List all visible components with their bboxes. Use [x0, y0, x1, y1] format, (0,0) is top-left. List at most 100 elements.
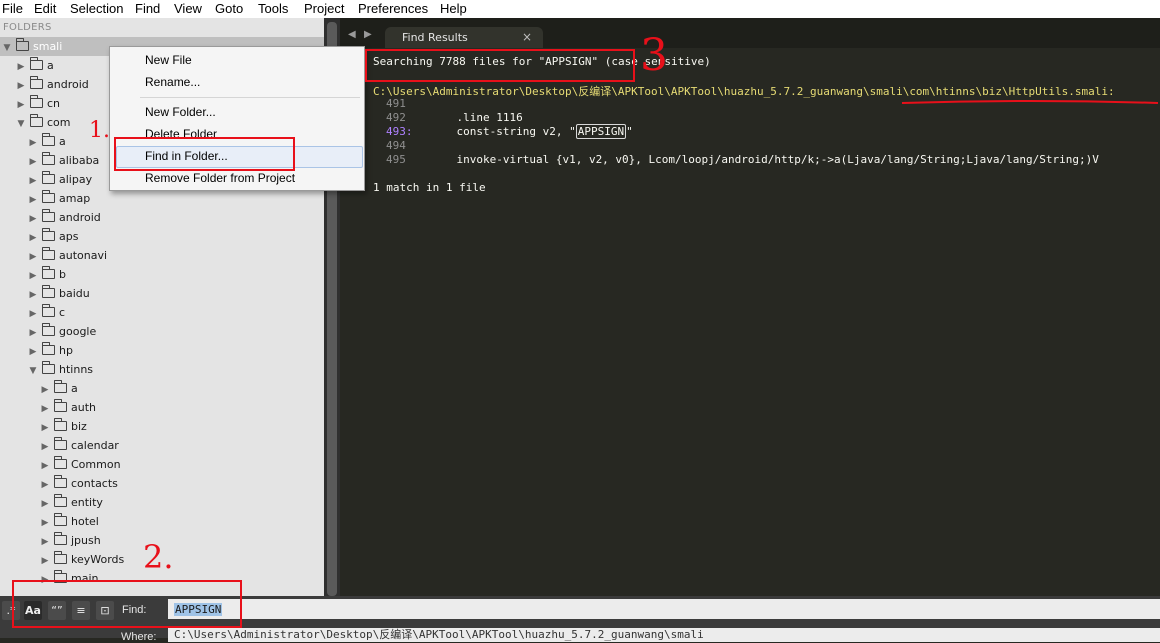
tree-item-google[interactable]: ▶ google	[26, 322, 96, 341]
tree-item-cn[interactable]: ▶ cn	[14, 94, 60, 113]
result-line-match: 493: const-string v2, " APPSIGN "	[386, 124, 633, 139]
tree-item-label: a	[47, 59, 54, 72]
tree-item-label: auth	[71, 401, 96, 414]
menu-item-find-in-folder[interactable]: Find in Folder...	[145, 149, 228, 163]
tree-item-android[interactable]: ▶ android	[14, 75, 89, 94]
folder-icon	[30, 76, 43, 89]
tree-item-baidu[interactable]: ▶ baidu	[26, 284, 90, 303]
menu-item-rename[interactable]: Rename...	[145, 75, 200, 89]
tree-item-a[interactable]: ▶ a	[14, 56, 54, 75]
where-input[interactable]: C:\Users\Administrator\Desktop\反编译\APKTo…	[168, 628, 1160, 642]
tab-prev-icon[interactable]: ◀	[348, 29, 356, 40]
menu-file[interactable]: File	[2, 1, 23, 16]
tree-item-label: c	[59, 306, 66, 319]
tree-item-aps[interactable]: ▶ aps	[26, 227, 78, 246]
menu-find[interactable]: Find	[135, 1, 160, 16]
menu-item-new-folder[interactable]: New Folder...	[145, 105, 216, 119]
show-context-toggle[interactable]: ≡	[72, 601, 90, 620]
folder-icon	[54, 456, 67, 469]
tree-item-common[interactable]: ▶ Common	[38, 455, 121, 474]
tree-item-entity[interactable]: ▶ entity	[38, 493, 103, 512]
menu-separator	[140, 97, 360, 98]
folder-icon	[30, 95, 43, 108]
menu-item-remove-folder[interactable]: Remove Folder from Project	[145, 171, 295, 185]
find-results-editor[interactable]: Searching 7788 files for "APPSIGN" (case…	[340, 48, 1160, 596]
tree-item-label: baidu	[59, 287, 90, 300]
tree-item-hotel[interactable]: ▶ hotel	[38, 512, 99, 531]
tree-item-label: main	[71, 572, 99, 585]
tree-item-label: jpush	[71, 534, 101, 547]
tree-item-keywords[interactable]: ▶ keyWords	[38, 550, 124, 569]
folder-open-icon	[16, 38, 29, 51]
tree-item-calendar[interactable]: ▶ calendar	[38, 436, 119, 455]
tree-item-label: a	[59, 135, 66, 148]
menu-view[interactable]: View	[174, 1, 202, 16]
tree-item-amap[interactable]: ▶ amap	[26, 189, 90, 208]
tree-item-label: keyWords	[71, 553, 125, 566]
folder-icon	[54, 551, 67, 564]
folder-icon	[54, 418, 67, 431]
case-sensitive-toggle[interactable]: Aa	[24, 601, 42, 620]
tree-item-contacts[interactable]: ▶ contacts	[38, 474, 118, 493]
tab-find-results[interactable]: Find Results ×	[385, 27, 543, 48]
tree-item-jpush[interactable]: ▶ jpush	[38, 531, 101, 550]
folder-icon	[30, 57, 43, 70]
context-menu: New File Rename... New Folder... Delete …	[109, 46, 365, 191]
menu-item-new-file[interactable]: New File	[145, 53, 192, 67]
tree-item-a[interactable]: ▶ a	[38, 379, 78, 398]
menu-item-delete-folder[interactable]: Delete Folder	[145, 127, 217, 141]
whole-word-toggle[interactable]: “”	[48, 601, 66, 620]
collapsed-arrow-icon[interactable]: ▶	[38, 571, 52, 590]
find-input[interactable]	[168, 599, 1160, 619]
tree-item-b[interactable]: ▶ b	[26, 265, 66, 284]
menu-goto[interactable]: Goto	[215, 1, 243, 16]
tree-item-c[interactable]: ▶ c	[26, 303, 65, 322]
tree-item-auth[interactable]: ▶ auth	[38, 398, 96, 417]
expanded-arrow-icon[interactable]: ▼	[0, 39, 14, 58]
folder-icon	[54, 570, 67, 583]
tree-item-htinns[interactable]: ▼ htinns	[26, 360, 93, 379]
annotation-underline	[901, 100, 1159, 104]
tree-item-label: htinns	[59, 363, 94, 376]
menu-help[interactable]: Help	[440, 1, 467, 16]
tree-item-autonavi[interactable]: ▶ autonavi	[26, 246, 107, 265]
folder-icon	[54, 513, 67, 526]
tree-item-label: aps	[59, 230, 79, 243]
sidebar-header: FOLDERS	[3, 22, 52, 33]
find-input-value[interactable]: APPSIGN	[174, 603, 223, 616]
tree-item-label: android	[47, 78, 89, 91]
tree-item-alipay[interactable]: ▶ alipay	[26, 170, 92, 189]
tab-next-icon[interactable]: ▶	[364, 29, 372, 40]
search-summary: Searching 7788 files for "APPSIGN" (case…	[373, 55, 711, 68]
tree-item-label: biz	[71, 420, 87, 433]
regex-toggle[interactable]: .*	[2, 601, 20, 620]
tree-item-com[interactable]: ▼ com	[14, 113, 71, 132]
tree-item-label: com	[47, 116, 71, 129]
tree-item-alibaba[interactable]: ▶ alibaba	[26, 151, 99, 170]
tree-item-label: amap	[59, 192, 91, 205]
menu-selection[interactable]: Selection	[70, 1, 123, 16]
match-count: 1 match in 1 file	[373, 181, 486, 194]
tree-item-hp[interactable]: ▶ hp	[26, 341, 73, 360]
folder-icon	[42, 228, 55, 241]
close-icon[interactable]: ×	[522, 30, 532, 44]
folder-icon	[42, 209, 55, 222]
menu-bar: File Edit Selection Find View Goto Tools…	[0, 0, 1160, 18]
tree-item-a[interactable]: ▶ a	[26, 132, 66, 151]
use-buffer-toggle[interactable]: ⊡	[96, 601, 114, 620]
tree-item-label: autonavi	[59, 249, 108, 262]
folder-icon	[42, 190, 55, 203]
menu-preferences[interactable]: Preferences	[358, 1, 428, 16]
folder-open-icon	[42, 361, 55, 374]
tree-item-label: google	[59, 325, 97, 338]
result-file-path[interactable]: C:\Users\Administrator\Desktop\反编译\APKTo…	[373, 83, 1115, 99]
tree-item-label: a	[71, 382, 78, 395]
tree-item-main[interactable]: ▶ main	[38, 569, 98, 588]
menu-edit[interactable]: Edit	[34, 1, 56, 16]
tree-item-android[interactable]: ▶ android	[26, 208, 101, 227]
folder-icon	[54, 437, 67, 450]
menu-project[interactable]: Project	[304, 1, 344, 16]
tree-item-biz[interactable]: ▶ biz	[38, 417, 87, 436]
folder-icon	[42, 323, 55, 336]
menu-tools[interactable]: Tools	[258, 1, 288, 16]
